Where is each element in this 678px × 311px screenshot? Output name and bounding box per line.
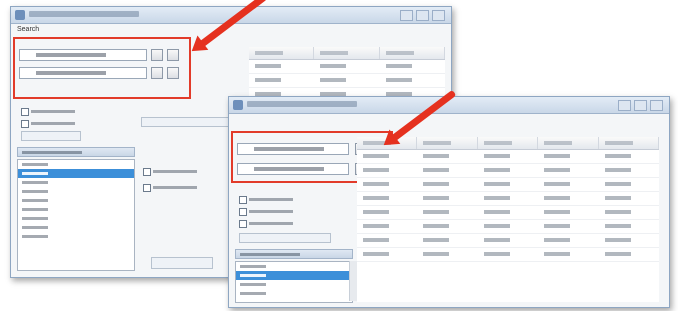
back-window-title xyxy=(29,11,139,17)
table-row[interactable] xyxy=(357,206,659,220)
column-header[interactable] xyxy=(417,137,478,149)
table-row[interactable] xyxy=(357,220,659,234)
front-list-header xyxy=(235,249,353,259)
maximize-button[interactable] xyxy=(634,100,647,111)
back-bottom-button[interactable] xyxy=(151,257,213,269)
front-option-checkbox[interactable] xyxy=(239,219,329,228)
minimize-button[interactable] xyxy=(400,10,413,21)
back-list xyxy=(17,159,135,271)
table-row[interactable] xyxy=(357,150,659,164)
column-header[interactable] xyxy=(538,137,599,149)
front-window xyxy=(228,96,670,308)
table-row[interactable] xyxy=(249,60,445,74)
front-option-pill[interactable] xyxy=(239,233,331,243)
menu-search[interactable]: Search xyxy=(17,26,39,33)
list-item[interactable] xyxy=(18,223,134,232)
list-item[interactable] xyxy=(18,160,134,169)
column-header[interactable] xyxy=(478,137,539,149)
back-highlight-box xyxy=(13,37,191,99)
list-item-selected[interactable] xyxy=(236,271,352,280)
front-window-title xyxy=(247,101,357,107)
back-list-header xyxy=(17,147,135,157)
maximize-button[interactable] xyxy=(416,10,429,21)
back-middle-option[interactable] xyxy=(143,183,233,192)
minimize-button[interactable] xyxy=(618,100,631,111)
back-grid xyxy=(249,60,445,102)
front-list-scrollbar[interactable] xyxy=(349,261,357,301)
list-item[interactable] xyxy=(18,178,134,187)
table-row[interactable] xyxy=(357,178,659,192)
list-item[interactable] xyxy=(18,196,134,205)
table-row[interactable] xyxy=(357,234,659,248)
column-header[interactable] xyxy=(599,137,660,149)
list-item[interactable] xyxy=(236,262,352,271)
list-item[interactable] xyxy=(18,205,134,214)
list-item[interactable] xyxy=(236,280,352,289)
list-item[interactable] xyxy=(18,187,134,196)
back-tab-strip[interactable] xyxy=(141,117,231,127)
front-grid xyxy=(357,150,659,302)
back-middle-option[interactable] xyxy=(143,167,233,176)
list-item-selected[interactable] xyxy=(18,169,134,178)
column-header[interactable] xyxy=(249,47,315,59)
close-button[interactable] xyxy=(650,100,663,111)
list-item[interactable] xyxy=(236,289,352,298)
back-option-pill[interactable] xyxy=(21,131,81,141)
table-row[interactable] xyxy=(357,164,659,178)
window-controls xyxy=(400,10,445,21)
window-controls xyxy=(618,100,663,111)
table-row[interactable] xyxy=(249,74,445,88)
table-row[interactable] xyxy=(357,192,659,206)
list-item[interactable] xyxy=(18,232,134,241)
front-option-checkbox[interactable] xyxy=(239,207,329,216)
app-icon xyxy=(233,100,243,110)
list-item[interactable] xyxy=(18,214,134,223)
front-option-checkbox[interactable] xyxy=(239,195,329,204)
app-icon xyxy=(15,10,25,20)
close-button[interactable] xyxy=(432,10,445,21)
back-grid-header xyxy=(249,47,445,60)
back-option-checkbox[interactable] xyxy=(21,107,111,116)
column-header[interactable] xyxy=(380,47,445,59)
column-header[interactable] xyxy=(314,47,380,59)
table-row[interactable] xyxy=(357,248,659,262)
back-option-checkbox[interactable] xyxy=(21,119,111,128)
front-list xyxy=(235,261,353,303)
front-grid-header xyxy=(357,137,660,150)
